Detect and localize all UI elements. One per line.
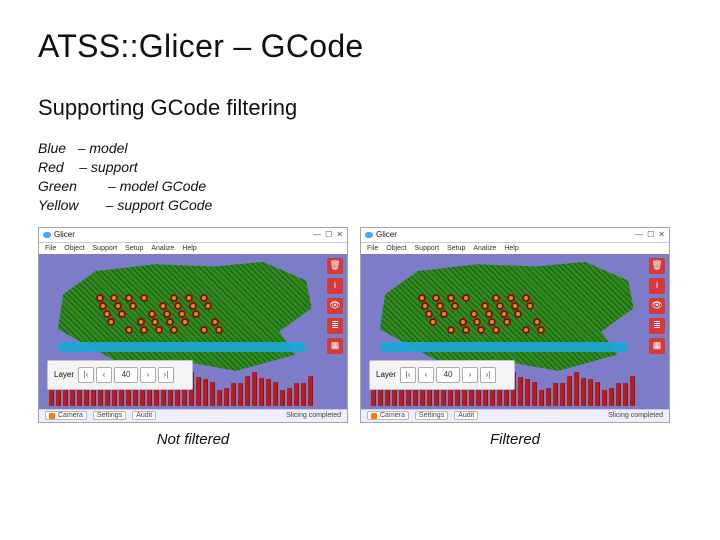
trash-icon[interactable]: 🗑 [649,258,665,274]
window-controls: — ☐ ✕ [635,231,665,239]
status-message: Slicing completed [608,412,663,419]
status-settings[interactable]: Settings [93,411,126,420]
eye-icon[interactable]: 👁 [649,298,665,314]
caption-left: Not filtered [38,431,348,448]
layer-value[interactable]: 40 [114,367,138,383]
layer-last-button[interactable]: ›| [480,367,496,383]
menu-item[interactable]: Analize [151,245,174,252]
layer-last-button[interactable]: ›| [158,367,174,383]
status-bar: Camera Settings Audit Slicing completed [39,409,347,422]
camera-icon [371,413,377,419]
layer-value[interactable]: 40 [436,367,460,383]
app-logo-icon [43,232,51,238]
viewport-3d[interactable]: 🗑 i 👁 ≣ ▦ Layer |‹ ‹ 40 › ›| [361,254,669,410]
menu-item[interactable]: Setup [125,245,143,252]
layers-icon[interactable]: ≣ [649,318,665,334]
info-icon[interactable]: i [649,278,665,294]
layer-next-button[interactable]: › [462,367,478,383]
layer-prev-button[interactable]: ‹ [418,367,434,383]
menu-item[interactable]: Help [504,245,518,252]
layer-first-button[interactable]: |‹ [78,367,94,383]
status-settings[interactable]: Settings [415,411,448,420]
page-subtitle: Supporting GCode filtering [38,95,682,121]
menu-item[interactable]: Analize [473,245,496,252]
close-button[interactable]: ✕ [336,231,343,239]
trash-icon[interactable]: 🗑 [327,258,343,274]
screenshot-right: Glicer — ☐ ✕ File Object Support Setup A… [360,227,670,448]
info-icon[interactable]: i [327,278,343,294]
eye-icon[interactable]: 👁 [327,298,343,314]
camera-icon [49,413,55,419]
window-title: Glicer [365,230,397,239]
grid-icon[interactable]: ▦ [649,338,665,354]
app-window: Glicer — ☐ ✕ File Object Support Setup A… [38,227,348,423]
menu-item[interactable]: Object [64,245,84,252]
menu-item[interactable]: File [367,245,378,252]
menu-item[interactable]: Object [386,245,406,252]
window-titlebar: Glicer — ☐ ✕ [361,228,669,243]
status-message: Slicing completed [286,412,341,419]
layer-next-button[interactable]: › [140,367,156,383]
status-camera[interactable]: Camera [367,411,409,420]
layer-first-button[interactable]: |‹ [400,367,416,383]
legend-row: Yellow – support GCode [38,196,682,215]
menu-item[interactable]: Support [415,245,440,252]
status-camera[interactable]: Camera [45,411,87,420]
menu-item[interactable]: Support [93,245,118,252]
color-legend: Blue – model Red – support Green – model… [38,139,682,215]
minimize-button[interactable]: — [313,231,321,239]
menu-item[interactable]: Help [182,245,196,252]
maximize-button[interactable]: ☐ [647,231,654,239]
layer-panel: Layer |‹ ‹ 40 › ›| [369,360,515,390]
maximize-button[interactable]: ☐ [325,231,332,239]
model-preview [47,260,317,376]
grid-icon[interactable]: ▦ [327,338,343,354]
screenshots-row: Glicer — ☐ ✕ File Object Support Setup A… [38,227,682,448]
layer-prev-button[interactable]: ‹ [96,367,112,383]
caption-right: Filtered [360,431,670,448]
legend-row: Blue – model [38,139,682,158]
model-blue-layer [380,342,628,352]
window-controls: — ☐ ✕ [313,231,343,239]
legend-row: Red – support [38,158,682,177]
legend-row: Green – model GCode [38,177,682,196]
model-preview [369,260,639,376]
status-audit[interactable]: Audit [132,411,156,420]
window-title: Glicer [43,230,75,239]
window-titlebar: Glicer — ☐ ✕ [39,228,347,243]
app-window: Glicer — ☐ ✕ File Object Support Setup A… [360,227,670,423]
layer-label: Layer [376,370,396,379]
support-pegs [418,294,542,338]
slide: ATSS::Glicer – GCode Supporting GCode fi… [0,0,720,540]
status-audit[interactable]: Audit [454,411,478,420]
status-bar: Camera Settings Audit Slicing completed [361,409,669,422]
layers-icon[interactable]: ≣ [327,318,343,334]
viewport-3d[interactable]: 🗑 i 👁 ≣ ▦ Layer |‹ ‹ 40 › ›| [39,254,347,410]
page-title: ATSS::Glicer – GCode [38,28,682,65]
right-toolbar: 🗑 i 👁 ≣ ▦ [649,258,665,354]
app-logo-icon [365,232,373,238]
layer-panel: Layer |‹ ‹ 40 › ›| [47,360,193,390]
menu-item[interactable]: File [45,245,56,252]
layer-label: Layer [54,370,74,379]
close-button[interactable]: ✕ [658,231,665,239]
support-pegs [96,294,220,338]
model-blue-layer [58,342,306,352]
minimize-button[interactable]: — [635,231,643,239]
screenshot-left: Glicer — ☐ ✕ File Object Support Setup A… [38,227,348,448]
menu-item[interactable]: Setup [447,245,465,252]
right-toolbar: 🗑 i 👁 ≣ ▦ [327,258,343,354]
